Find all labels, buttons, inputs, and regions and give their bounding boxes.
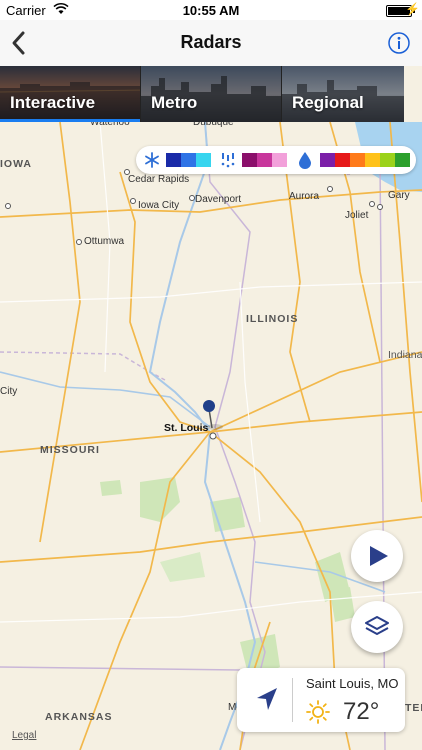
location-arrow-icon[interactable] xyxy=(255,686,279,712)
rain-swatch xyxy=(365,153,380,167)
layers-button[interactable] xyxy=(351,601,403,653)
play-icon xyxy=(370,546,388,566)
tab-interactive[interactable]: Interactive xyxy=(0,66,141,122)
rain-swatch xyxy=(335,153,350,167)
map-label-st-louis: St. Louis xyxy=(164,422,209,434)
info-icon[interactable] xyxy=(388,32,410,54)
rain-swatch xyxy=(320,153,335,167)
map-label-iowa-city: Iowa City xyxy=(138,200,180,211)
map-label-indiana: Indiana xyxy=(388,349,422,361)
map-label-iowa: IOWA xyxy=(0,158,32,170)
mix-icon xyxy=(221,153,235,168)
radar-tabs: Interactive Metro Regional xyxy=(0,66,422,122)
map-label-ottumwa: Ottumwa xyxy=(84,236,125,247)
current-temperature: 72° xyxy=(343,698,380,725)
map-label-aurora: Aurora xyxy=(289,191,320,202)
status-bar: Carrier 10:55 AM ⚡ xyxy=(0,0,422,20)
mix-swatch xyxy=(242,153,257,167)
tab-active-indicator xyxy=(0,119,140,122)
snow-swatch xyxy=(196,153,211,167)
map-label-missouri: MISSOURI xyxy=(40,444,100,456)
rain-swatch xyxy=(395,153,410,167)
tab-label: Regional xyxy=(292,93,364,112)
radar-legend xyxy=(136,146,416,174)
map-label-joliet: Joliet xyxy=(345,210,369,221)
tab-label: Interactive xyxy=(10,93,96,112)
play-button[interactable] xyxy=(351,530,403,582)
map-label-gary: Gary xyxy=(388,190,410,201)
tab-metro[interactable]: Metro xyxy=(141,66,282,122)
tab-regional[interactable]: Regional xyxy=(282,66,422,122)
map-label-illinois: ILLINOIS xyxy=(246,313,299,325)
snowflake-icon xyxy=(145,152,159,168)
rain-swatch xyxy=(350,153,365,167)
mix-swatch xyxy=(272,153,287,167)
snow-swatch xyxy=(181,153,196,167)
snow-swatch xyxy=(166,153,181,167)
sun-icon xyxy=(306,700,330,724)
layers-icon xyxy=(365,616,389,635)
mix-swatch xyxy=(257,153,272,167)
weather-location: Saint Louis, MO xyxy=(306,676,399,691)
radar-map[interactable]: Waterloo Dubuque IOWA Cedar Rapids Iowa … xyxy=(0,117,422,750)
charging-icon: ⚡ xyxy=(405,2,420,16)
map-label-davenport: Davenport xyxy=(195,194,242,205)
map-label-tennessee: TEN xyxy=(405,702,422,714)
map-label-city: City xyxy=(0,386,18,397)
clock: 10:55 AM xyxy=(182,3,240,18)
map-label-arkansas: ARKANSAS xyxy=(45,711,113,723)
map-label-cedar-rapids: Cedar Rapids xyxy=(128,174,190,185)
current-weather-card[interactable]: Saint Louis, MO 72° xyxy=(237,668,405,732)
page-title: Radars xyxy=(180,32,242,52)
tab-label: Metro xyxy=(151,93,198,112)
rain-swatch xyxy=(380,153,395,167)
raindrop-icon xyxy=(299,152,311,169)
legal-link[interactable]: Legal xyxy=(12,730,36,741)
nav-bar: Radars xyxy=(0,20,422,66)
